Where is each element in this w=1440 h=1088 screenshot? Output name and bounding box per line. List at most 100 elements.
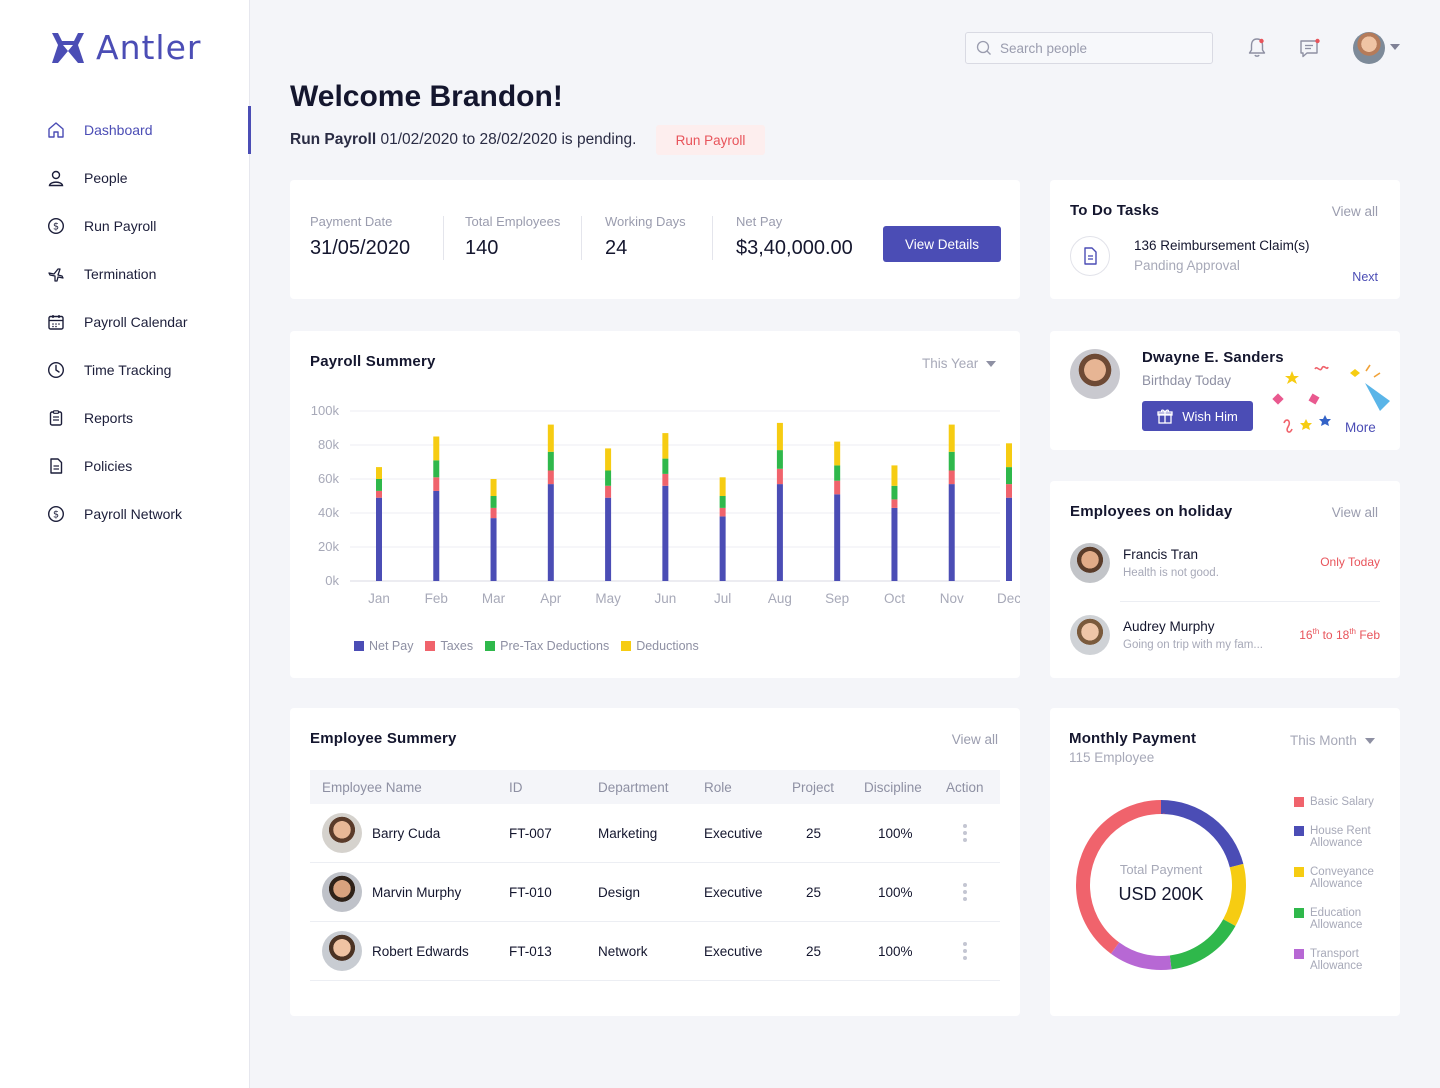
sidebar-item-reports[interactable]: Reports <box>0 394 250 442</box>
employee-role: Executive <box>704 826 763 841</box>
legend-item[interactable]: Transport Allowance <box>1294 948 1384 972</box>
dollar-circle-icon: $ <box>47 505 65 523</box>
legend-item[interactable]: Education Allowance <box>1294 907 1384 931</box>
y-tick-label: 20k <box>318 539 339 554</box>
employee-name: Francis Tran <box>1123 547 1199 562</box>
employee-department: Design <box>598 885 641 900</box>
stat-total-employees: Total Employees 140 <box>465 214 560 260</box>
search-box[interactable] <box>965 32 1213 64</box>
view-all-link[interactable]: View all <box>952 732 998 747</box>
employee-name[interactable]: Marvin Murphy <box>372 885 461 900</box>
bar-segment <box>605 448 612 471</box>
bar-segment <box>891 507 898 581</box>
more-actions-icon[interactable] <box>963 883 967 901</box>
table-row[interactable]: Marvin Murphy FT-010 Design Executive 25… <box>310 863 1000 922</box>
stat-label: Net Pay <box>736 214 783 229</box>
bar-segment <box>547 424 554 452</box>
avatar <box>1070 615 1110 655</box>
bell-icon[interactable] <box>1245 36 1269 60</box>
sidebar-item-termination[interactable]: Termination <box>0 250 250 298</box>
sidebar-item-label: Run Payroll <box>84 218 157 234</box>
legend-item[interactable]: Pre-Tax Deductions <box>485 639 609 653</box>
column-header: Action <box>946 780 984 795</box>
sidebar-item-label: Time Tracking <box>84 362 172 378</box>
sidebar-item-payroll-calendar[interactable]: Payroll Calendar <box>0 298 250 346</box>
table-row[interactable]: Robert Edwards FT-013 Network Executive … <box>310 922 1000 981</box>
employee-name[interactable]: Robert Edwards <box>372 944 469 959</box>
bar-segment <box>376 497 382 581</box>
stat-value: 24 <box>605 237 628 259</box>
date-month: Feb <box>1355 628 1380 642</box>
sidebar-item-label: Payroll Network <box>84 506 183 522</box>
table-row[interactable]: Barry Cuda FT-007 Marketing Executive 25… <box>310 804 1000 863</box>
employee-name[interactable]: Barry Cuda <box>372 826 440 841</box>
bar-segment <box>834 441 841 466</box>
sidebar-item-payroll-network[interactable]: $ Payroll Network <box>0 490 250 538</box>
y-tick-label: 0k <box>325 573 339 588</box>
more-actions-icon[interactable] <box>963 824 967 842</box>
legend-item[interactable]: Basic Salary <box>1294 796 1384 808</box>
bar-segment <box>376 479 382 491</box>
more-link[interactable]: More <box>1345 420 1376 435</box>
holiday-period: Only Today <box>1320 555 1380 569</box>
column-header[interactable]: Project <box>792 780 834 795</box>
bar-segment <box>719 507 726 517</box>
sidebar-nav: Dashboard People $ Run Payroll Terminati… <box>0 106 251 538</box>
column-header[interactable]: Discipline <box>864 780 922 795</box>
stat-label: Working Days <box>605 214 686 229</box>
donut-legend: Basic Salary House Rent Allowance Conveyan… <box>1294 796 1384 989</box>
bar-segment <box>547 484 554 581</box>
legend-label: Conveyance Allowance <box>1310 866 1374 890</box>
column-header[interactable]: Role <box>704 780 732 795</box>
caret-down-icon <box>1364 737 1375 744</box>
todo-tasks-card: To Do Tasks View all 136 Reimbursement C… <box>1050 180 1400 299</box>
wish-him-button[interactable]: Wish Him <box>1142 401 1253 431</box>
employee-department: Marketing <box>598 826 658 841</box>
chevron-down-icon[interactable] <box>1390 44 1400 50</box>
x-tick-label: Dec <box>997 591 1020 606</box>
legend-swatch <box>425 641 436 651</box>
run-payroll-button[interactable]: Run Payroll <box>656 125 765 155</box>
date-from: 16 <box>1299 628 1313 642</box>
brand-logo[interactable]: Antler <box>48 28 201 67</box>
search-input[interactable] <box>1000 40 1200 56</box>
legend-item[interactable]: House Rent Allowance <box>1294 825 1384 849</box>
sidebar-item-people[interactable]: People <box>0 154 250 202</box>
view-all-link[interactable]: View all <box>1332 204 1378 219</box>
sidebar-item-label: Payroll Calendar <box>84 314 188 330</box>
bar-segment <box>891 499 898 508</box>
sidebar-item-run-payroll[interactable]: $ Run Payroll <box>0 202 250 250</box>
column-header[interactable]: Employee Name <box>322 780 422 795</box>
sidebar-item-time-tracking[interactable]: Time Tracking <box>0 346 250 394</box>
next-link[interactable]: Next <box>1352 270 1378 284</box>
legend-item[interactable]: Taxes <box>425 639 473 653</box>
sidebar: Antler Dashboard People $ Run Payroll Te… <box>0 0 251 1088</box>
view-details-button[interactable]: View Details <box>883 226 1001 262</box>
legend-item[interactable]: Deductions <box>621 639 699 653</box>
x-tick-label: Jul <box>714 591 731 606</box>
y-tick-label: 40k <box>318 505 339 520</box>
column-header[interactable]: ID <box>509 780 523 795</box>
list-item[interactable]: Audrey Murphy Going on trip with my fam.… <box>1070 615 1380 687</box>
message-icon[interactable] <box>1298 36 1322 60</box>
divider <box>712 216 713 260</box>
month-filter-dropdown[interactable]: This Month <box>1290 733 1375 748</box>
page-title: Welcome Brandon! <box>290 80 563 113</box>
sidebar-item-policies[interactable]: Policies <box>0 442 250 490</box>
bar-segment <box>376 467 382 479</box>
more-actions-icon[interactable] <box>963 942 967 960</box>
sidebar-item-dashboard[interactable]: Dashboard <box>0 106 251 154</box>
legend-item[interactable]: Net Pay <box>354 639 413 653</box>
legend-swatch <box>621 641 632 651</box>
legend-item[interactable]: Conveyance Allowance <box>1294 866 1384 890</box>
employee-discipline: 100% <box>878 885 913 900</box>
user-avatar[interactable] <box>1353 32 1385 64</box>
bar-segment <box>490 507 497 519</box>
list-item[interactable]: Francis Tran Health is not good. Only To… <box>1070 543 1380 615</box>
x-tick-label: Sep <box>825 591 849 606</box>
gift-icon <box>1157 409 1173 424</box>
bar-segment <box>834 480 841 495</box>
view-all-link[interactable]: View all <box>1332 505 1378 520</box>
column-header[interactable]: Department <box>598 780 669 795</box>
todo-item-title[interactable]: 136 Reimbursement Claim(s) <box>1134 238 1310 253</box>
